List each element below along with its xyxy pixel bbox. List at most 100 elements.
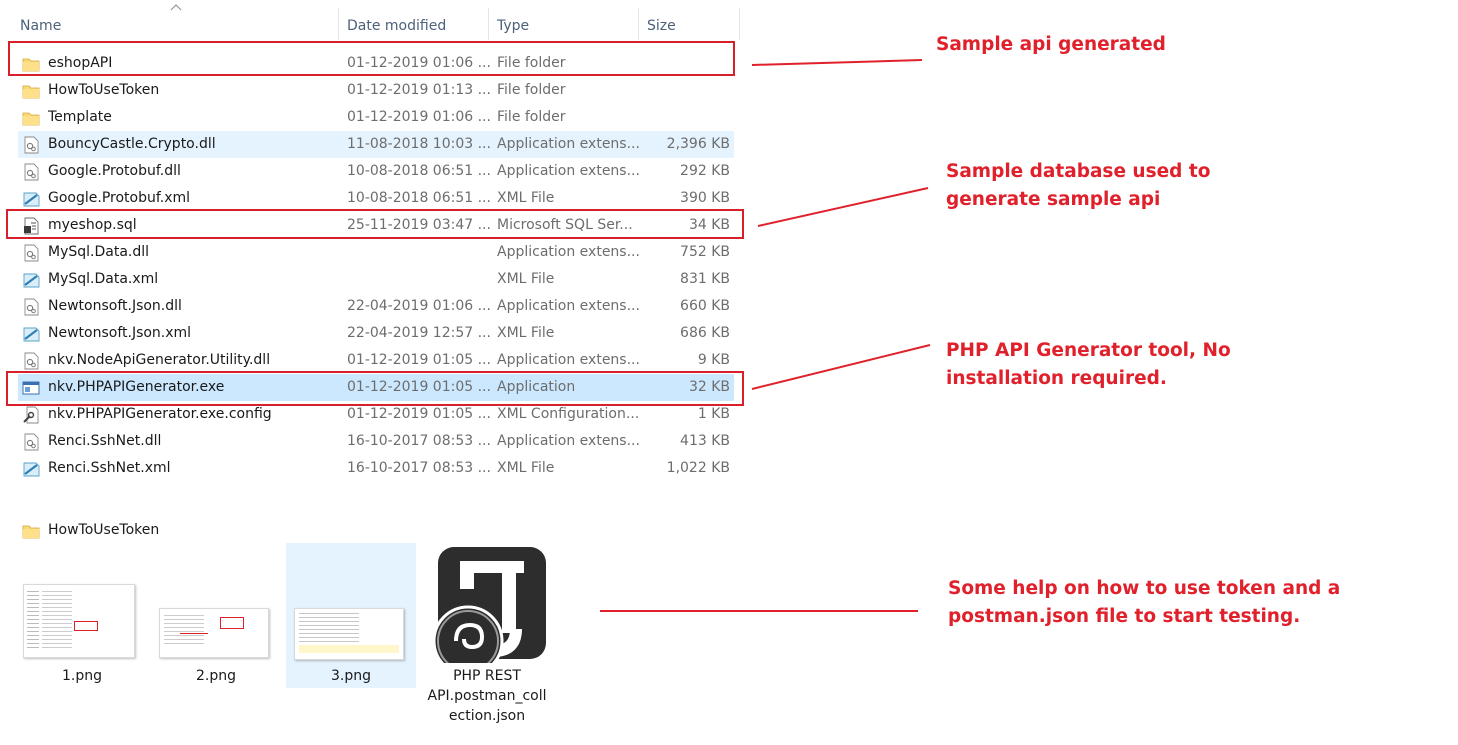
file-date: 16-10-2017 08:53 ... — [347, 433, 491, 449]
file-type: Application extens... — [497, 244, 640, 260]
file-name: Template — [48, 109, 112, 125]
connector-line-2 — [757, 187, 929, 227]
file-type: XML File — [497, 271, 555, 287]
json-file-icon — [432, 547, 546, 663]
file-tile-2png[interactable]: 2.png — [151, 543, 281, 688]
file-row[interactable]: Renci.SshNet.dll 16-10-2017 08:53 ... Ap… — [18, 428, 734, 455]
dll-icon — [24, 298, 39, 316]
file-row[interactable]: nkv.NodeApiGenerator.Utility.dll 01-12-2… — [18, 347, 734, 374]
xml-icon — [23, 273, 40, 288]
file-row[interactable]: BouncyCastle.Crypto.dll 11-08-2018 10:03… — [18, 131, 734, 158]
file-name: Newtonsoft.Json.dll — [48, 298, 182, 314]
annotation-text: postman.json file to start testing. — [948, 606, 1301, 627]
highlight-box-eshopapi — [8, 41, 735, 76]
file-row[interactable]: Renci.SshNet.xml 16-10-2017 08:53 ... XM… — [18, 455, 734, 482]
howtousetoken-folder-header[interactable]: HowToUseToken — [18, 517, 218, 544]
file-name: Renci.SshNet.xml — [48, 460, 171, 476]
xml-icon — [23, 327, 40, 342]
tile-label: PHP REST API.postman_coll ection.json — [422, 666, 552, 726]
file-tile-1png[interactable]: 1.png — [17, 543, 147, 688]
file-type: XML File — [497, 460, 555, 476]
file-size: 390 KB — [680, 190, 730, 206]
highlight-box-generator-exe — [6, 371, 744, 406]
file-date: 10-08-2018 06:51 ... — [347, 163, 491, 179]
dll-icon — [24, 433, 39, 451]
file-name: Newtonsoft.Json.xml — [48, 325, 192, 341]
file-date: 11-08-2018 10:03 ... — [347, 136, 491, 152]
file-date: 01-12-2019 01:06 ... — [347, 109, 491, 125]
column-divider[interactable] — [739, 8, 740, 40]
dll-icon — [24, 163, 39, 181]
file-name: Google.Protobuf.dll — [48, 163, 181, 179]
file-tile-3png[interactable]: 3.png — [286, 543, 416, 688]
annotation-token-help: Some help on how to use token and a post… — [948, 575, 1340, 631]
column-name[interactable]: Name — [20, 0, 61, 40]
image-thumbnail — [159, 608, 269, 658]
folder-name: HowToUseToken — [48, 522, 160, 538]
highlight-box-myeshop — [6, 209, 744, 239]
file-size: 292 KB — [680, 163, 730, 179]
file-size: 831 KB — [680, 271, 730, 287]
file-type: Application extens... — [497, 163, 640, 179]
tile-label: 1.png — [61, 668, 102, 684]
file-name: MySql.Data.xml — [48, 271, 159, 287]
file-type: File folder — [497, 82, 566, 98]
image-thumbnail — [294, 608, 404, 660]
file-date: 10-08-2018 06:51 ... — [347, 190, 491, 206]
annotation-text: Sample database used to — [946, 161, 1211, 182]
file-name: BouncyCastle.Crypto.dll — [48, 136, 216, 152]
file-size: 2,396 KB — [666, 136, 730, 152]
tile-label-line: PHP REST — [453, 668, 521, 684]
file-type: XML File — [497, 325, 555, 341]
sort-ascending-icon — [170, 4, 182, 11]
column-divider[interactable] — [638, 8, 639, 40]
file-row[interactable]: Template 01-12-2019 01:06 ... File folde… — [18, 104, 734, 131]
file-name: Renci.SshNet.dll — [48, 433, 162, 449]
annotation-text: installation required. — [946, 368, 1167, 389]
column-type[interactable]: Type — [497, 0, 529, 40]
file-type: XML File — [497, 190, 555, 206]
file-type: Application extens... — [497, 136, 640, 152]
file-row[interactable]: Newtonsoft.Json.dll 22-04-2019 01:06 ...… — [18, 293, 734, 320]
file-type: File folder — [497, 109, 566, 125]
annotation-sample-api: Sample api generated — [936, 31, 1166, 59]
column-date-modified[interactable]: Date modified — [347, 0, 446, 40]
file-date: 22-04-2019 01:06 ... — [347, 298, 491, 314]
file-row[interactable]: Google.Protobuf.xml 10-08-2018 06:51 ...… — [18, 185, 734, 212]
tile-label: 2.png — [195, 668, 236, 684]
file-type: Application extens... — [497, 352, 640, 368]
tile-label-line: ection.json — [448, 708, 526, 724]
annotation-generator-tool: PHP API Generator tool, No installation … — [946, 337, 1231, 393]
file-name: nkv.NodeApiGenerator.Utility.dll — [48, 352, 271, 368]
file-type: Application extens... — [497, 433, 640, 449]
annotation-sample-database: Sample database used to generate sample … — [946, 158, 1210, 214]
dll-icon — [24, 244, 39, 262]
file-size: 660 KB — [680, 298, 730, 314]
file-size: 413 KB — [680, 433, 730, 449]
config-icon — [23, 406, 39, 424]
file-size: 1,022 KB — [666, 460, 730, 476]
file-type: Application extens... — [497, 298, 640, 314]
folder-icon — [22, 85, 40, 99]
column-header: Name Date modified Type Size — [0, 0, 740, 40]
dll-icon — [24, 352, 39, 370]
file-row[interactable]: HowToUseToken 01-12-2019 01:13 ... File … — [18, 77, 734, 104]
annotation-text: generate sample api — [946, 189, 1161, 210]
annotation-text: Some help on how to use token and a — [948, 578, 1341, 599]
file-row[interactable]: MySql.Data.xml XML File 831 KB — [18, 266, 734, 293]
tile-label: 3.png — [330, 668, 371, 684]
file-name: Google.Protobuf.xml — [48, 190, 191, 206]
annotation-text: PHP API Generator tool, No — [946, 340, 1231, 361]
connector-line-1 — [751, 59, 923, 66]
file-date: 22-04-2019 12:57 ... — [347, 325, 491, 341]
file-row[interactable]: MySql.Data.dll Application extens... 752… — [18, 239, 734, 266]
column-size[interactable]: Size — [647, 0, 676, 40]
file-row[interactable]: Newtonsoft.Json.xml 22-04-2019 12:57 ...… — [18, 320, 734, 347]
file-row[interactable]: Google.Protobuf.dll 10-08-2018 06:51 ...… — [18, 158, 734, 185]
file-date: 16-10-2017 08:53 ... — [347, 460, 491, 476]
file-tile-postman-json[interactable]: PHP REST API.postman_coll ection.json — [422, 543, 552, 733]
file-date: 01-12-2019 01:13 ... — [347, 82, 491, 98]
column-divider[interactable] — [488, 8, 489, 40]
column-divider[interactable] — [338, 8, 339, 40]
folder-icon — [22, 112, 40, 126]
